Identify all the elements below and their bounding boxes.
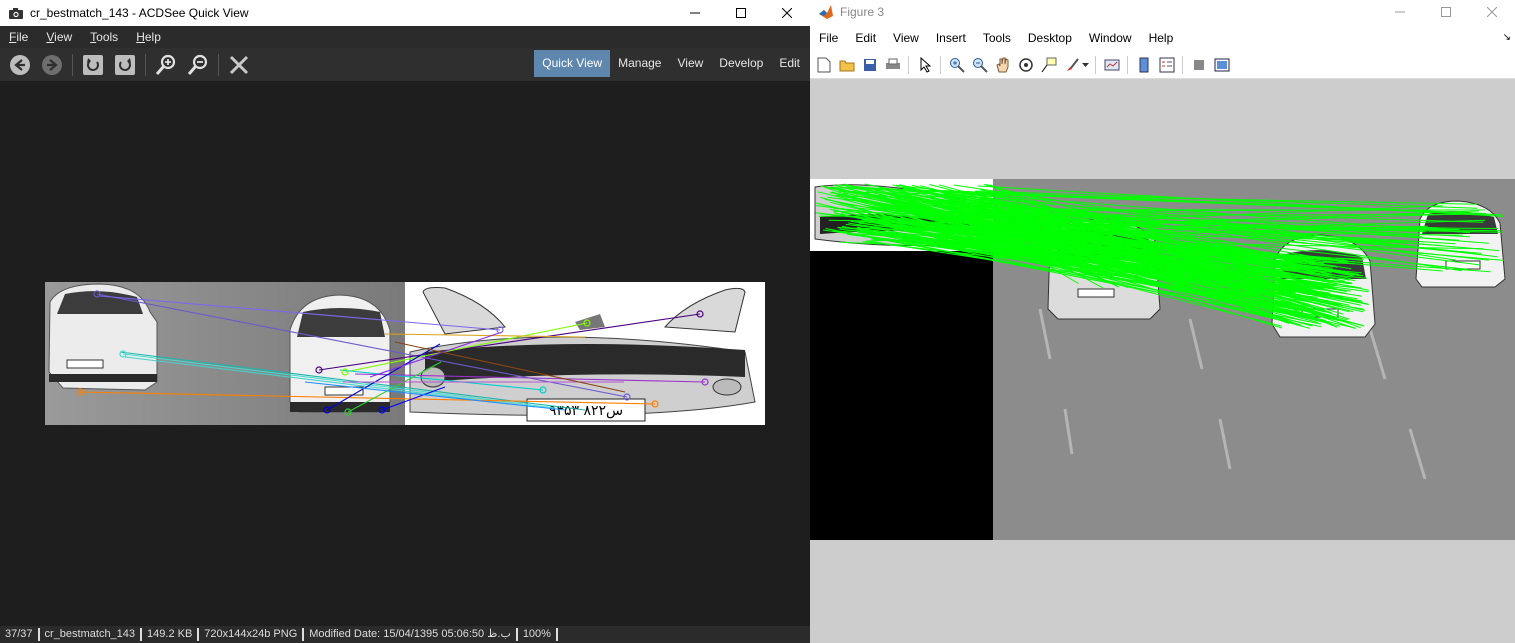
figure-title: Figure 3	[840, 5, 885, 19]
status-filename: cr_bestmatch_143	[40, 628, 143, 641]
menu-view[interactable]: View	[37, 26, 81, 48]
rotate-right-icon[interactable]	[113, 53, 137, 77]
figure-toolbar	[810, 52, 1515, 79]
status-position: 37/37	[0, 628, 40, 641]
zoom-in-icon[interactable]	[154, 53, 178, 77]
back-icon[interactable]	[8, 53, 32, 77]
print-icon[interactable]	[884, 56, 902, 74]
new-figure-icon[interactable]	[815, 56, 833, 74]
menu-file[interactable]: File	[810, 27, 846, 49]
close-button[interactable]	[1469, 0, 1515, 24]
select-arrow-icon[interactable]	[916, 56, 934, 74]
toolbar-separator	[145, 53, 146, 76]
legend-icon[interactable]	[1158, 56, 1176, 74]
matched-features-image	[810, 179, 1515, 540]
status-zoom[interactable]: 100%	[518, 628, 558, 641]
menu-help[interactable]: Help	[127, 26, 170, 48]
toolbar-separator	[908, 56, 909, 74]
matlab-logo-icon	[818, 5, 834, 19]
save-icon[interactable]	[861, 56, 879, 74]
status-bar: 37/37 cr_bestmatch_143 149.2 KB 720x144x…	[0, 626, 810, 643]
camera-icon	[8, 6, 24, 20]
match-image: ۹۳س۸۲۲ ۵۳	[45, 282, 765, 425]
status-filesize: 149.2 KB	[142, 628, 200, 641]
maximize-button[interactable]	[718, 0, 764, 26]
dock-arrow-icon[interactable]: ↘	[1503, 32, 1511, 43]
hide-tools-icon[interactable]	[1190, 56, 1208, 74]
menu-file[interactable]: File	[0, 26, 37, 48]
rotate-3d-icon[interactable]	[1017, 56, 1035, 74]
mode-edit[interactable]: Edit	[771, 50, 808, 77]
toolbar-separator	[1182, 56, 1183, 74]
figure-titlebar: Figure 3	[810, 0, 1515, 24]
open-file-icon[interactable]	[838, 56, 856, 74]
minimize-button[interactable]	[1377, 0, 1423, 24]
pan-hand-icon[interactable]	[994, 56, 1012, 74]
maximize-button[interactable]	[1423, 0, 1469, 24]
brush-icon[interactable]	[1063, 56, 1081, 74]
zoom-out-icon[interactable]	[971, 56, 989, 74]
data-cursor-icon[interactable]	[1040, 56, 1058, 74]
link-plot-icon[interactable]	[1103, 56, 1121, 74]
window-title: cr_bestmatch_143 - ACDSee Quick View	[30, 6, 249, 20]
minimize-button[interactable]	[672, 0, 718, 26]
close-image-icon[interactable]	[227, 53, 251, 77]
toolbar-separator	[940, 56, 941, 74]
mode-view[interactable]: View	[669, 50, 711, 77]
toolbar-separator	[1095, 56, 1096, 74]
toolbar-separator	[72, 53, 73, 76]
acdsee-titlebar: cr_bestmatch_143 - ACDSee Quick View	[0, 0, 810, 26]
menu-help[interactable]: Help	[1140, 27, 1182, 49]
zoom-in-icon[interactable]	[948, 56, 966, 74]
mode-develop[interactable]: Develop	[711, 50, 771, 77]
figure-canvas[interactable]	[810, 79, 1515, 643]
mode-tabs: Quick View Manage View Develop Edit	[534, 50, 808, 77]
figure-menubar: File Edit View Insert Tools Desktop Wind…	[810, 26, 1515, 50]
forward-icon[interactable]	[40, 53, 64, 77]
menu-insert[interactable]: Insert	[927, 27, 974, 49]
chevron-down-icon[interactable]	[1081, 56, 1089, 74]
status-modified: Modified Date: 15/04/1395 05:06:50 ب.ظ	[304, 628, 518, 641]
menu-window[interactable]: Window	[1080, 27, 1140, 49]
menu-tools[interactable]: Tools	[81, 26, 127, 48]
rotate-left-icon[interactable]	[81, 53, 105, 77]
show-tools-icon[interactable]	[1213, 56, 1231, 74]
figure-window: Figure 3 File Edit View Insert Tools Des…	[810, 0, 1515, 643]
toolbar-separator	[218, 53, 219, 76]
close-button[interactable]	[764, 0, 810, 26]
mode-quick-view[interactable]: Quick View	[534, 50, 611, 77]
status-dimensions: 720x144x24b PNG	[199, 628, 305, 641]
acdsee-menubar: File View Tools Help	[0, 26, 810, 48]
colorbar-icon[interactable]	[1135, 56, 1153, 74]
acdsee-window: cr_bestmatch_143 - ACDSee Quick View Fil…	[0, 0, 811, 643]
image-viewer[interactable]: ۹۳س۸۲۲ ۵۳	[0, 81, 810, 626]
menu-tools[interactable]: Tools	[974, 27, 1019, 49]
toolbar-separator	[1127, 56, 1128, 74]
plate-text: ۹۳س۸۲۲ ۵۳	[549, 403, 623, 419]
zoom-out-icon[interactable]	[186, 53, 210, 77]
menu-desktop[interactable]: Desktop	[1019, 27, 1080, 49]
menu-edit[interactable]: Edit	[846, 27, 884, 49]
menu-view[interactable]: View	[884, 27, 927, 49]
mode-manage[interactable]: Manage	[610, 50, 669, 77]
